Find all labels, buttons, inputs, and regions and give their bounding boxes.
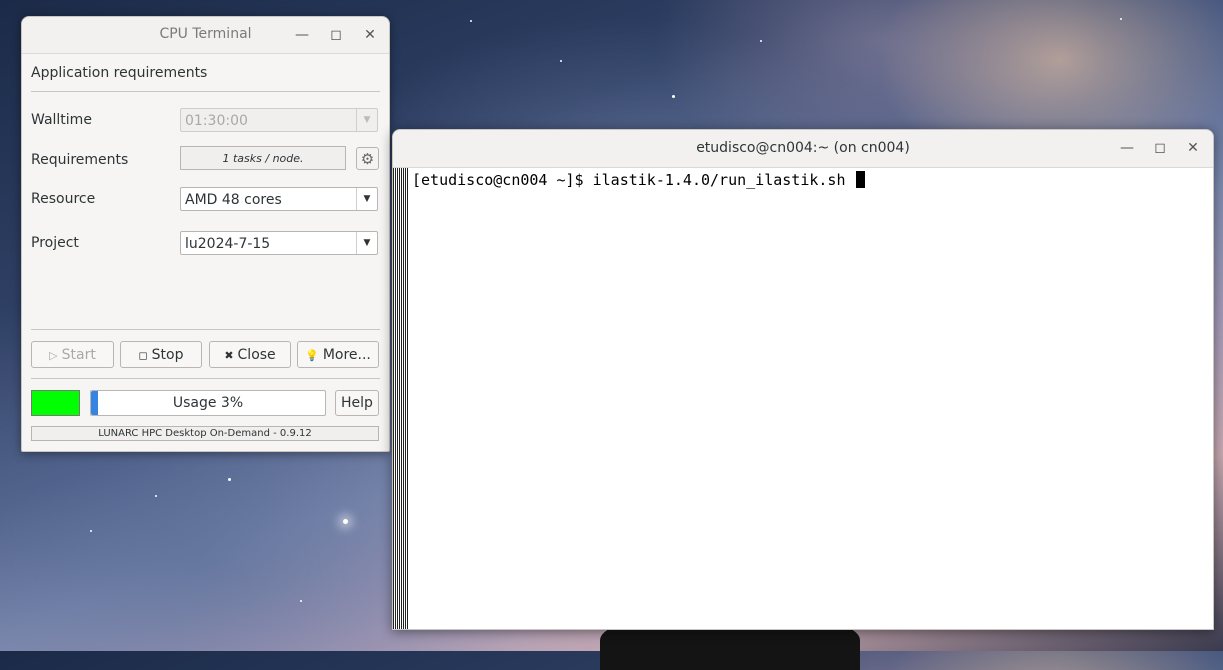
star bbox=[760, 40, 762, 42]
play-icon: ▷ bbox=[49, 349, 58, 362]
star bbox=[155, 495, 157, 497]
lightbulb-icon: 💡 bbox=[305, 349, 319, 362]
close-icon[interactable]: ✕ bbox=[360, 25, 380, 45]
minimize-icon[interactable]: — bbox=[1117, 138, 1137, 158]
gear-icon[interactable]: ⚙ bbox=[356, 147, 379, 170]
star bbox=[1120, 18, 1122, 20]
maximize-icon[interactable]: ◻ bbox=[1150, 138, 1170, 158]
usage-label: Usage 3% bbox=[172, 395, 244, 411]
terminal-margin bbox=[393, 168, 407, 629]
shell-prompt: [etudisco@cn004 ~]$ bbox=[412, 171, 593, 189]
chevron-down-icon: ▼ bbox=[356, 188, 377, 210]
maximize-icon[interactable]: ◻ bbox=[326, 25, 346, 45]
star bbox=[470, 20, 472, 22]
resource-label: Resource bbox=[31, 191, 96, 207]
close-label: Close bbox=[237, 347, 276, 363]
divider bbox=[31, 329, 380, 330]
stop-label: Stop bbox=[151, 347, 184, 363]
walltime-label: Walltime bbox=[31, 112, 92, 128]
stop-icon: ◻ bbox=[138, 349, 148, 362]
version-footer: LUNARC HPC Desktop On-Demand - 0.9.12 bbox=[31, 426, 379, 441]
star bbox=[560, 60, 562, 62]
more-button[interactable]: 💡 More... bbox=[297, 341, 379, 368]
title-bar[interactable]: CPU Terminal — ◻ ✕ bbox=[22, 17, 389, 54]
close-button[interactable]: ✖ Close bbox=[209, 341, 291, 368]
star bbox=[228, 478, 231, 481]
start-label: Start bbox=[61, 347, 96, 363]
close-icon[interactable]: ✕ bbox=[1183, 138, 1203, 158]
requirements-field: 1 tasks / node. bbox=[180, 146, 346, 170]
project-select[interactable]: lu2024-7-15 ▼ bbox=[180, 231, 378, 255]
section-heading: Application requirements bbox=[31, 65, 208, 81]
walltime-select: 01:30:00 ▼ bbox=[180, 108, 378, 132]
status-indicator bbox=[31, 390, 80, 416]
star bbox=[90, 530, 92, 532]
chevron-down-icon: ▼ bbox=[356, 232, 377, 254]
requirements-label: Requirements bbox=[31, 152, 129, 168]
chevron-down-icon: ▼ bbox=[356, 109, 377, 131]
star bbox=[672, 95, 675, 98]
text-cursor bbox=[855, 171, 865, 188]
walltime-value: 01:30:00 bbox=[185, 113, 248, 129]
star bbox=[300, 600, 302, 602]
resource-value: AMD 48 cores bbox=[185, 192, 282, 208]
command-text: ilastik-1.4.0/run_ilastik.sh bbox=[592, 171, 855, 189]
title-bar[interactable]: etudisco@cn004:~ (on cn004) — ◻ ✕ bbox=[393, 130, 1213, 168]
start-button[interactable]: ▷ Start bbox=[31, 341, 114, 368]
command-line: [etudisco@cn004 ~]$ ilastik-1.4.0/run_il… bbox=[412, 171, 865, 189]
divider bbox=[31, 378, 380, 379]
project-value: lu2024-7-15 bbox=[185, 236, 271, 252]
divider bbox=[31, 91, 380, 92]
x-icon: ✖ bbox=[224, 349, 234, 362]
window-title: etudisco@cn004:~ (on cn004) bbox=[696, 140, 910, 156]
minimize-icon[interactable]: — bbox=[292, 25, 312, 45]
cpu-terminal-window: CPU Terminal — ◻ ✕ Application requireme… bbox=[21, 16, 390, 452]
more-label: More... bbox=[322, 347, 371, 363]
project-label: Project bbox=[31, 235, 79, 251]
help-button[interactable]: Help bbox=[335, 390, 379, 416]
usage-progress-bar: Usage 3% bbox=[90, 390, 326, 416]
usage-fill bbox=[91, 391, 98, 415]
terminal-window: etudisco@cn004:~ (on cn004) — ◻ ✕ [etudi… bbox=[392, 129, 1214, 630]
terminal-content[interactable]: [etudisco@cn004 ~]$ ilastik-1.4.0/run_il… bbox=[407, 168, 1213, 629]
star bbox=[343, 519, 348, 524]
stop-button[interactable]: ◻ Stop bbox=[120, 341, 202, 368]
resource-select[interactable]: AMD 48 cores ▼ bbox=[180, 187, 378, 211]
